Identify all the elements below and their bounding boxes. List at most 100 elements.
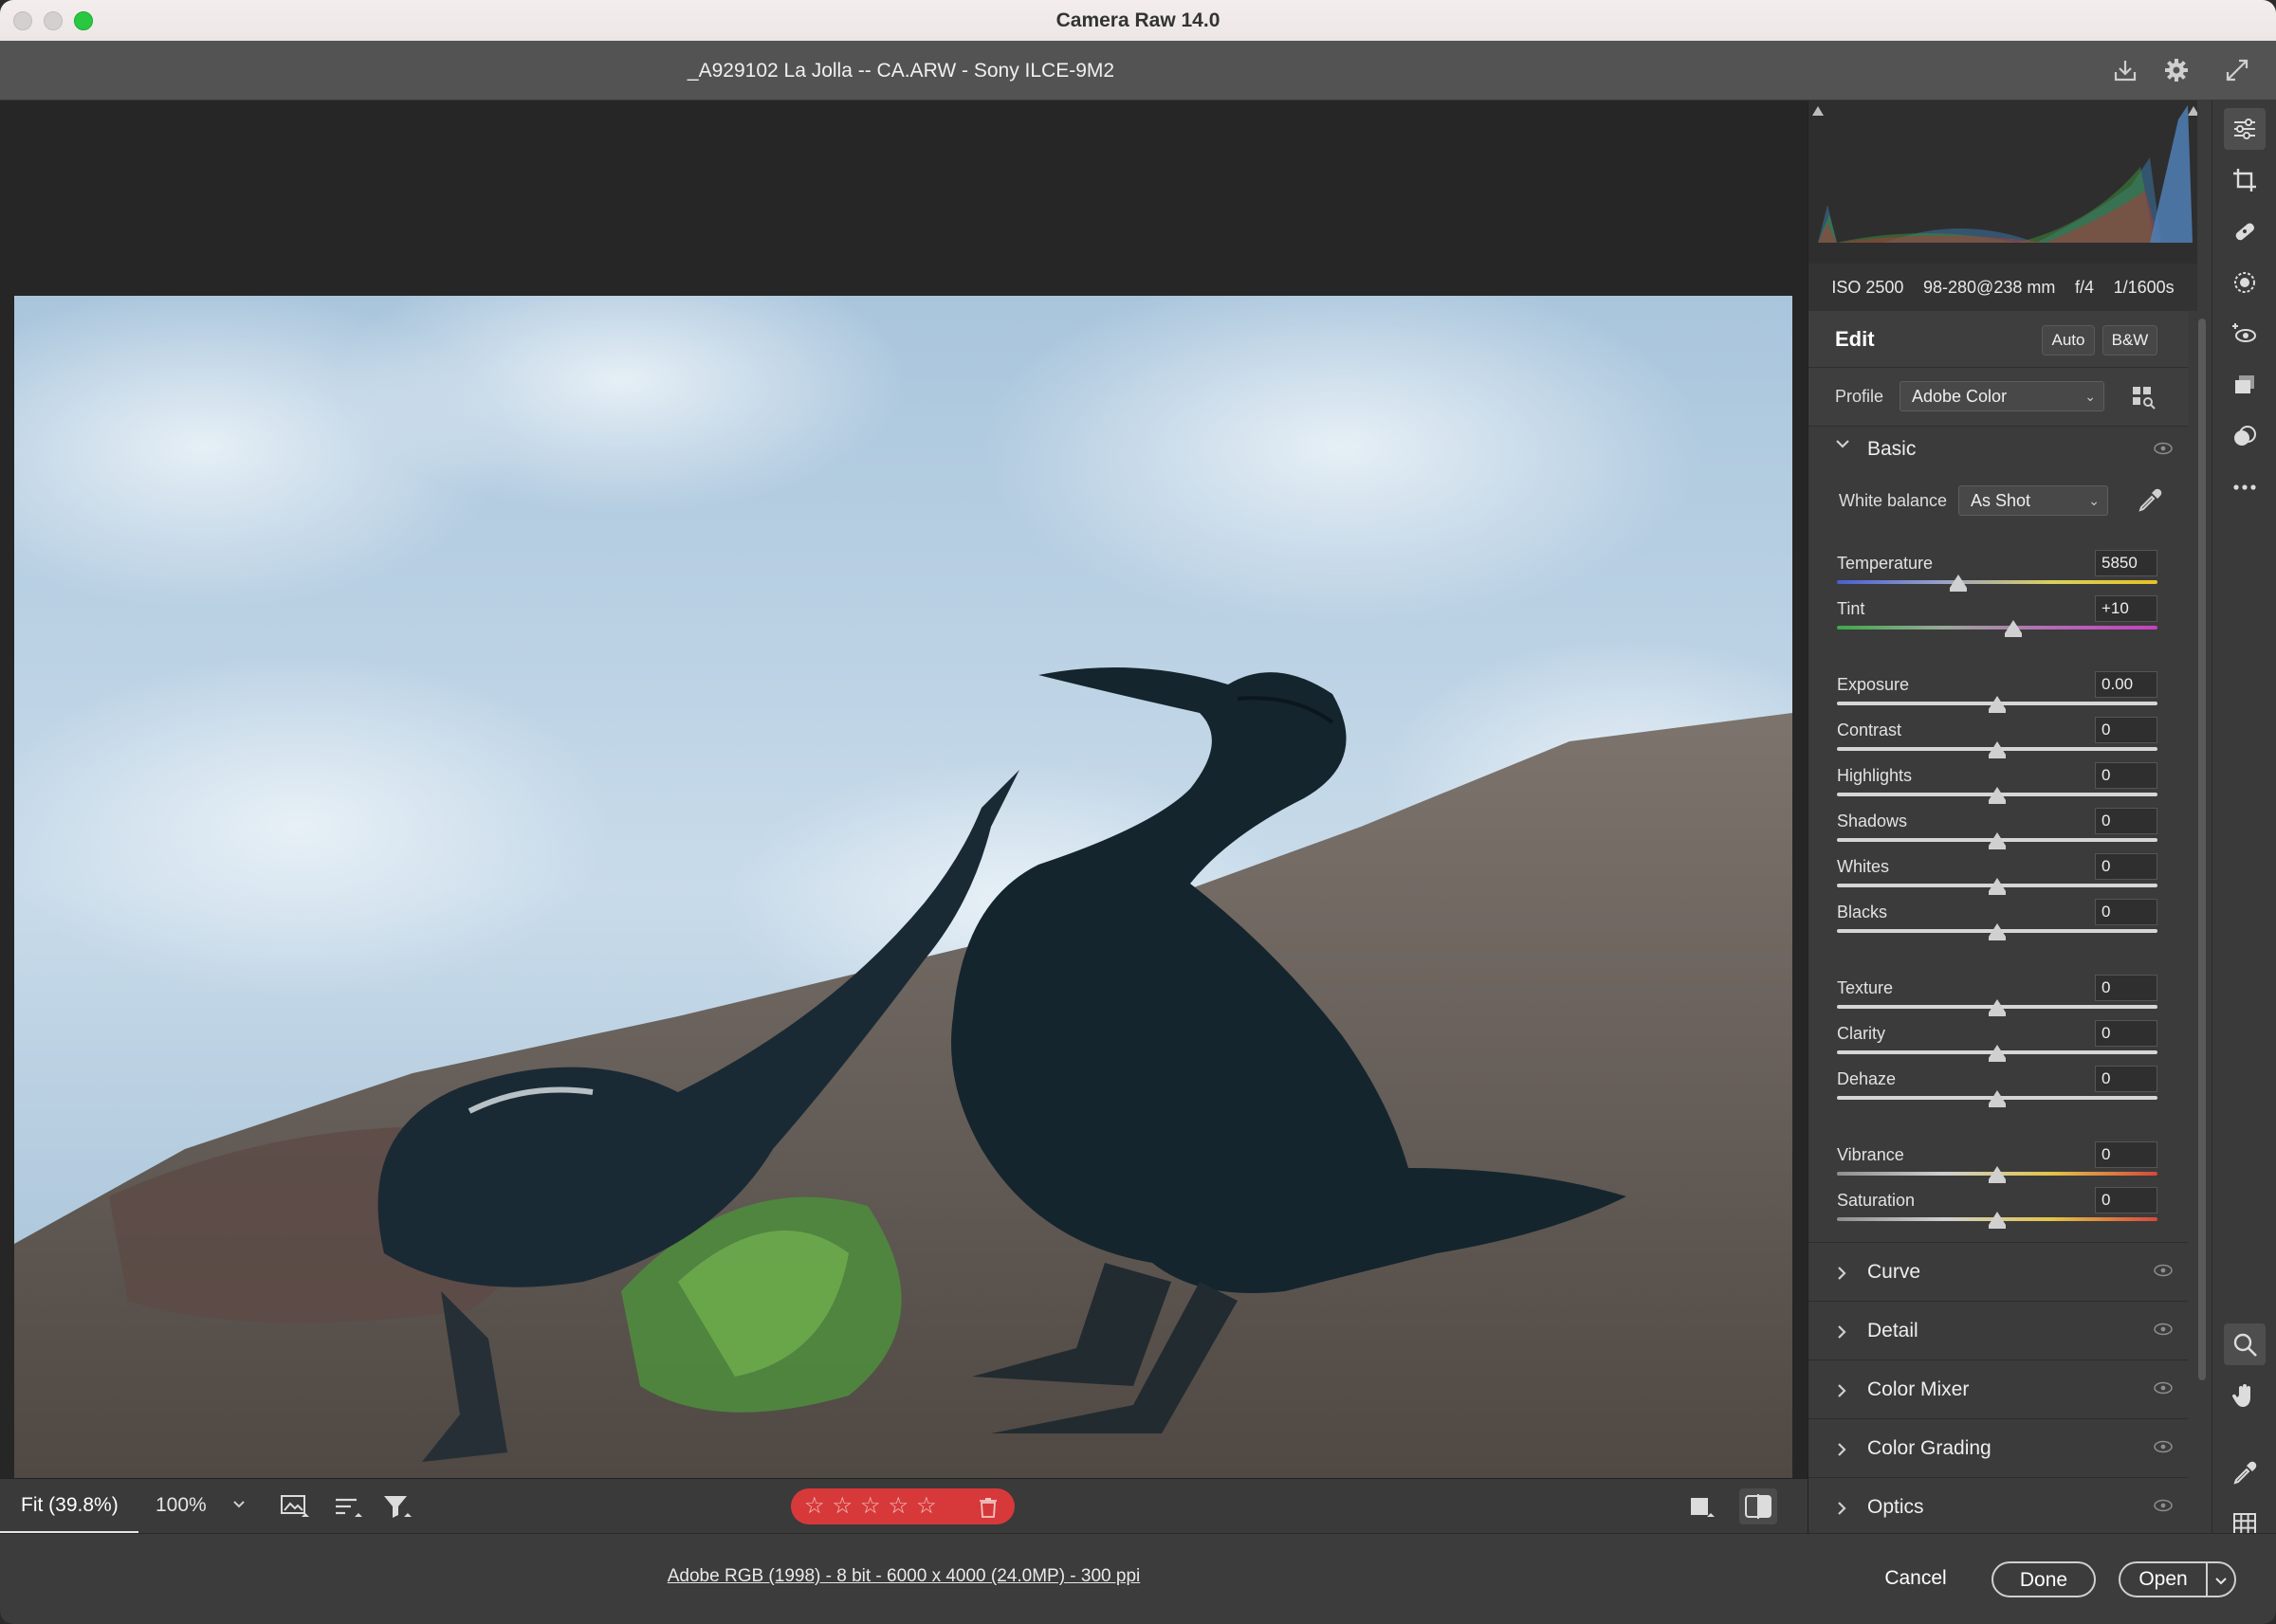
eye-icon[interactable]: [2154, 1323, 2173, 1341]
done-button[interactable]: Done: [1992, 1561, 2096, 1597]
profile-select[interactable]: Adobe Color ⌄: [1900, 381, 2104, 411]
slider-thumb[interactable]: [1989, 923, 2006, 940]
slider-value-input[interactable]: 0: [2095, 1187, 2157, 1213]
chevron-right-icon: [1835, 1360, 1848, 1419]
open-button[interactable]: Open: [2120, 1563, 2206, 1596]
section-detail[interactable]: Detail: [1808, 1301, 2188, 1359]
snapshots-icon[interactable]: [2224, 364, 2266, 406]
eye-icon[interactable]: [2154, 1381, 2173, 1399]
scrollbar-thumb[interactable]: [2198, 319, 2206, 1380]
slider-value-input[interactable]: 0: [2095, 975, 2157, 1001]
slider-thumb[interactable]: [1989, 696, 2006, 713]
slider-temperature: Temperature 5850: [1837, 550, 2157, 595]
slider-label: Contrast: [1837, 721, 1902, 739]
slider-value-input[interactable]: 0: [2095, 1141, 2157, 1168]
slider-thumb[interactable]: [2004, 620, 2022, 637]
slider-value-input[interactable]: 0: [2095, 1066, 2157, 1092]
fit-zoom-button[interactable]: Fit (39.8%): [0, 1479, 138, 1534]
star-5-icon[interactable]: ☆: [916, 1488, 937, 1524]
single-view-icon[interactable]: [1686, 1492, 1715, 1525]
gear-icon[interactable]: [2160, 54, 2193, 86]
open-divider: [2206, 1563, 2208, 1596]
slider-exposure: Exposure 0.00: [1837, 671, 2157, 717]
section-curve[interactable]: Curve: [1808, 1242, 2188, 1301]
healing-icon[interactable]: [2224, 210, 2266, 252]
slider-value-input[interactable]: 0: [2095, 853, 2157, 880]
slider-track[interactable]: [1837, 580, 2157, 584]
slider-value-input[interactable]: 0: [2095, 899, 2157, 925]
star-2-icon[interactable]: ☆: [833, 1488, 854, 1524]
fullscreen-icon[interactable]: [2221, 54, 2253, 86]
trash-icon[interactable]: [979, 1497, 998, 1523]
profile-value: Adobe Color: [1912, 387, 2008, 406]
slider-highlights: Highlights 0: [1837, 762, 2157, 808]
chevron-down-icon[interactable]: [231, 1496, 247, 1516]
slider-thumb[interactable]: [1989, 1166, 2006, 1183]
slider-thumb[interactable]: [1989, 999, 2006, 1016]
white-balance-select[interactable]: As Shot ⌄: [1958, 485, 2108, 516]
histogram: [1808, 100, 2199, 264]
sort-icon[interactable]: [332, 1492, 364, 1525]
slider-value-input[interactable]: 0: [2095, 1020, 2157, 1047]
color-sampler-icon[interactable]: [2224, 1452, 2266, 1494]
slider-thumb[interactable]: [1989, 1045, 2006, 1062]
masking-icon[interactable]: [2224, 262, 2266, 303]
eye-icon[interactable]: [2154, 1440, 2173, 1458]
slider-thumb[interactable]: [1989, 1090, 2006, 1107]
eyedropper-icon[interactable]: [2137, 487, 2163, 519]
bw-button[interactable]: B&W: [2102, 325, 2157, 356]
star-4-icon[interactable]: ☆: [889, 1488, 909, 1524]
star-1-icon[interactable]: ☆: [804, 1488, 825, 1524]
shadow-clipping-icon[interactable]: [1812, 106, 1824, 116]
slider-value-input[interactable]: 0: [2095, 808, 2157, 834]
slider-thumb[interactable]: [1989, 1212, 2006, 1229]
profile-browser-icon[interactable]: [2131, 385, 2156, 414]
edit-sliders-icon[interactable]: [2224, 108, 2266, 150]
image-canvas[interactable]: [0, 100, 1808, 1479]
cancel-button[interactable]: Cancel: [1859, 1561, 1973, 1597]
section-color-mixer[interactable]: Color Mixer: [1808, 1359, 2188, 1418]
auto-button[interactable]: Auto: [2042, 325, 2095, 356]
chevron-down-icon[interactable]: [2213, 1573, 2229, 1593]
before-after-icon[interactable]: [1739, 1488, 1777, 1524]
slider-whites: Whites 0: [1837, 853, 2157, 899]
eye-icon[interactable]: [2154, 1264, 2173, 1282]
slider-value-input[interactable]: 0.00: [2095, 671, 2157, 698]
hand-icon[interactable]: [2224, 1375, 2266, 1416]
slider-thumb[interactable]: [1989, 878, 2006, 895]
red-eye-icon[interactable]: [2224, 313, 2266, 355]
filter-icon[interactable]: [381, 1492, 413, 1525]
slider-thumb[interactable]: [1989, 787, 2006, 804]
chevron-down-icon: ⌄: [2084, 389, 2096, 404]
slider-value-input[interactable]: 0: [2095, 762, 2157, 789]
slider-tint: Tint +10: [1837, 595, 2157, 641]
panel-scrollbar[interactable]: [2195, 311, 2207, 1534]
slider-value-input[interactable]: 0: [2095, 717, 2157, 743]
workflow-options-link[interactable]: Adobe RGB (1998) - 8 bit - 6000 x 4000 (…: [0, 1566, 1808, 1587]
eye-icon[interactable]: [2154, 442, 2173, 460]
shutter-value: 1/1600s: [2113, 277, 2175, 297]
slider-value-input[interactable]: 5850: [2095, 550, 2157, 576]
section-color-grading[interactable]: Color Grading: [1808, 1418, 2188, 1477]
more-icon[interactable]: [2224, 466, 2266, 508]
maximize-window-button[interactable]: [74, 11, 93, 30]
section-optics[interactable]: Optics: [1808, 1477, 2188, 1536]
crop-icon[interactable]: [2224, 159, 2266, 201]
slider-label: Shadows: [1837, 812, 1908, 830]
presets-icon[interactable]: [2224, 415, 2266, 457]
basic-section-header[interactable]: Basic: [1808, 427, 2188, 474]
slider-thumb[interactable]: [1989, 832, 2006, 849]
highlight-clipping-icon[interactable]: [2188, 106, 2199, 116]
save-image-icon[interactable]: [2109, 54, 2141, 86]
slider-value-input[interactable]: +10: [2095, 595, 2157, 622]
eye-icon[interactable]: [2154, 1499, 2173, 1517]
minimize-window-button[interactable]: [44, 11, 63, 30]
slider-thumb[interactable]: [1989, 741, 2006, 758]
slider-thumb[interactable]: [1950, 575, 1968, 592]
close-window-button[interactable]: [13, 11, 32, 30]
zoom-icon[interactable]: [2224, 1323, 2266, 1365]
star-3-icon[interactable]: ☆: [860, 1488, 881, 1524]
slider-track[interactable]: [1837, 626, 2157, 630]
filmstrip-icon[interactable]: [279, 1492, 311, 1525]
zoom-100-button[interactable]: 100%: [156, 1494, 207, 1517]
